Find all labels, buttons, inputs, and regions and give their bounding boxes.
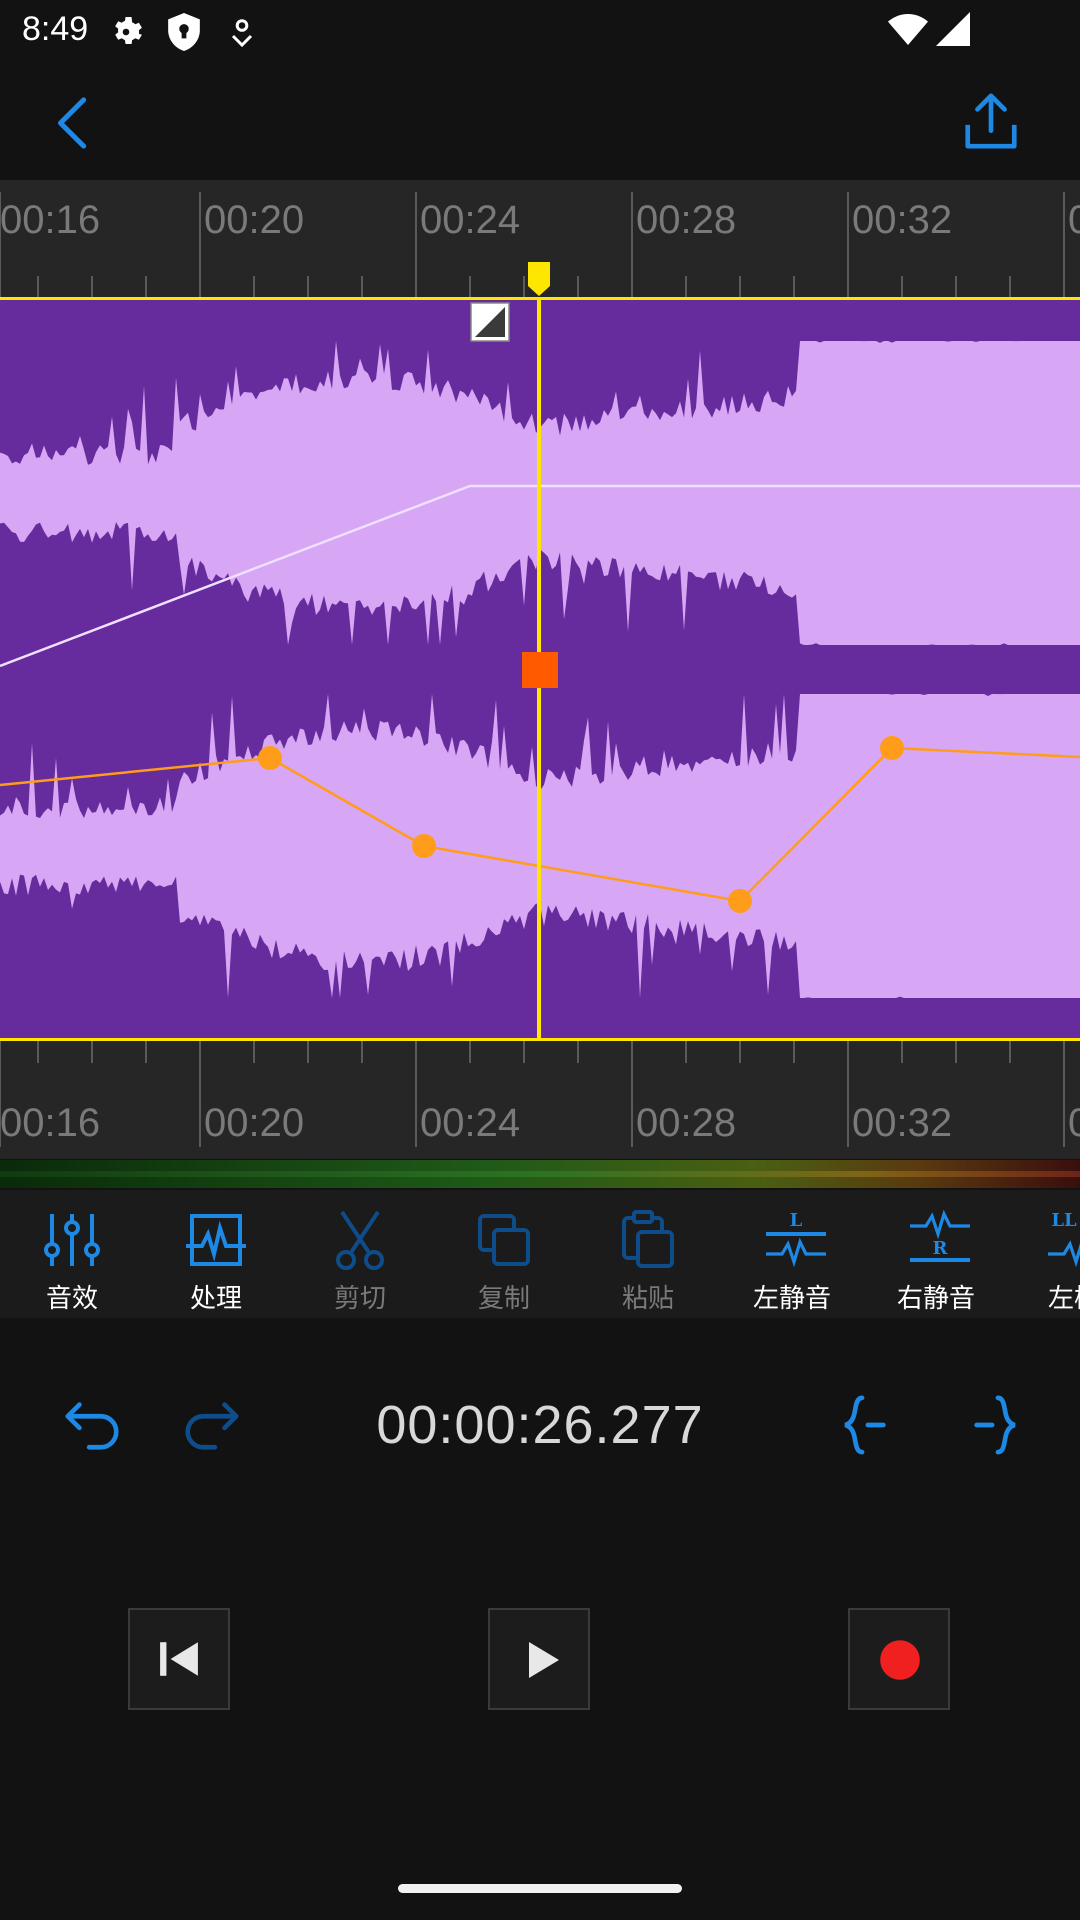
waveform-editor[interactable] bbox=[0, 298, 1080, 1041]
tool-process-button[interactable]: 处理 bbox=[144, 1190, 288, 1318]
ruler-label: 00:16 bbox=[0, 1101, 101, 1145]
current-timecode: 00:00:26.277 bbox=[376, 1395, 704, 1455]
tool-effects-button[interactable]: 音效 bbox=[0, 1190, 144, 1318]
tool-left-mode-button[interactable]: LL 左模 bbox=[1008, 1190, 1080, 1318]
mark-start-icon[interactable] bbox=[840, 1394, 888, 1456]
ruler-label: 00:32 bbox=[852, 198, 953, 242]
record-button[interactable] bbox=[848, 1608, 950, 1710]
envelope-point bbox=[258, 746, 282, 770]
chevron-left-icon[interactable] bbox=[50, 96, 98, 150]
gear-icon bbox=[115, 17, 142, 45]
app-bar bbox=[0, 62, 1080, 180]
tool-label: 粘贴 bbox=[621, 1284, 674, 1314]
ruler-label: 0 bbox=[1068, 198, 1080, 242]
ruler-label: 00:28 bbox=[636, 198, 737, 242]
play-button[interactable] bbox=[488, 1608, 590, 1710]
share-upload-icon[interactable] bbox=[960, 90, 1022, 152]
mute-right-icon: R bbox=[910, 1210, 970, 1262]
skip-to-start-icon bbox=[160, 1642, 198, 1676]
ruler-label: 00:28 bbox=[636, 1101, 737, 1145]
edit-toolbar: 音效 处理 剪切 复制 粘贴 L 左静音 R 右静音 LL 左 bbox=[0, 1190, 1080, 1318]
tool-label: 复制 bbox=[477, 1284, 530, 1314]
ruler-label: 0 bbox=[1068, 1101, 1080, 1145]
scissors-icon bbox=[336, 1210, 384, 1270]
level-meter bbox=[0, 1160, 1080, 1188]
play-icon bbox=[529, 1642, 559, 1678]
record-icon bbox=[880, 1640, 920, 1680]
timeline-ruler-bottom[interactable]: 00:16 00:20 00:24 00:28 00:32 0 bbox=[0, 1041, 1080, 1159]
envelope-point bbox=[880, 736, 904, 760]
envelope-point bbox=[728, 889, 752, 913]
tool-label: 左静音 bbox=[752, 1284, 831, 1314]
ruler-label: 00:32 bbox=[852, 1101, 953, 1145]
tool-label: 左模 bbox=[1048, 1284, 1080, 1314]
waveform-process-icon bbox=[186, 1214, 246, 1266]
tool-label: 音效 bbox=[45, 1284, 98, 1314]
status-time: 8:49 bbox=[22, 10, 89, 48]
tool-copy-button[interactable]: 复制 bbox=[432, 1190, 576, 1318]
paste-icon bbox=[622, 1210, 674, 1268]
ruler-label: 00:20 bbox=[204, 1101, 305, 1145]
ruler-label: 00:24 bbox=[420, 198, 521, 242]
signal-icon bbox=[936, 12, 970, 46]
mark-end-icon[interactable] bbox=[972, 1394, 1020, 1456]
envelope-point bbox=[412, 834, 436, 858]
copy-icon bbox=[478, 1214, 530, 1266]
tool-mute-right-button[interactable]: R 右静音 bbox=[864, 1190, 1008, 1318]
playhead-handle-icon[interactable] bbox=[524, 262, 554, 298]
wifi-icon bbox=[888, 14, 928, 45]
tool-cut-button[interactable]: 剪切 bbox=[288, 1190, 432, 1318]
svg-text:R: R bbox=[933, 1238, 949, 1259]
tool-label: 剪切 bbox=[333, 1284, 386, 1314]
mute-left-icon: L bbox=[766, 1210, 826, 1268]
ruler-label: 00:20 bbox=[204, 198, 305, 242]
tool-label: 处理 bbox=[189, 1284, 242, 1314]
ruler-label: 00:24 bbox=[420, 1101, 521, 1145]
waveform-graphic bbox=[0, 298, 1080, 1041]
shield-icon bbox=[168, 13, 200, 51]
equalizer-icon bbox=[44, 1214, 100, 1266]
tool-paste-button[interactable]: 粘贴 bbox=[576, 1190, 720, 1318]
playhead-marker bbox=[522, 652, 558, 688]
skip-to-start-button[interactable] bbox=[128, 1608, 230, 1710]
home-indicator[interactable] bbox=[398, 1884, 682, 1893]
status-bar: 8:49 bbox=[0, 0, 1080, 62]
left-mode-icon: LL bbox=[1048, 1210, 1080, 1268]
tool-label: 右静音 bbox=[896, 1284, 975, 1314]
svg-text:LL: LL bbox=[1051, 1210, 1077, 1231]
tool-mute-left-button[interactable]: L 左静音 bbox=[720, 1190, 864, 1318]
ruler-label: 00:16 bbox=[0, 198, 101, 242]
location-icon bbox=[231, 19, 253, 48]
svg-text:L: L bbox=[790, 1210, 803, 1231]
